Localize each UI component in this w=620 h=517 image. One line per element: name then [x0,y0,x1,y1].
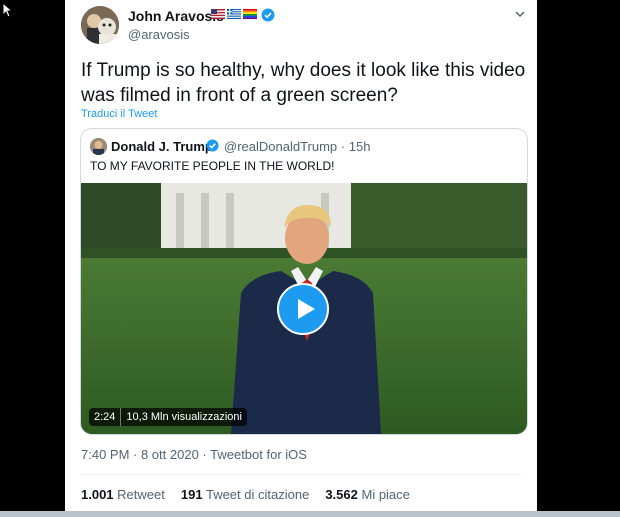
translate-link[interactable]: Traduci il Tweet [81,108,157,120]
quoted-tweet[interactable]: Donald J. Trump @realDonaldTrump · 15h T… [80,128,528,435]
verified-badge-icon [261,8,275,22]
dot-separator: · [340,139,346,154]
likes-stat[interactable]: 3.562 Mi piace [325,487,410,502]
quotes-stat[interactable]: 191 Tweet di citazione [181,487,309,502]
retweets-stat[interactable]: 1.001 Retweet [81,487,165,502]
rainbow-flag-icon [243,9,257,19]
tweet-meta: 7:40 PM · 8 ott 2020 · Tweetbot for iOS [81,447,307,462]
window-bottom-strip [0,511,620,517]
video-info-badge: 2:24 10,3 Mln visualizzazioni [89,408,247,426]
author-name[interactable]: John Aravosis [128,8,224,24]
retweets-label: Retweet [117,487,165,502]
play-button[interactable] [277,283,329,335]
verified-badge-icon [206,139,219,152]
author-avatar[interactable] [81,6,119,44]
quoted-author-name[interactable]: Donald J. Trump [111,139,213,154]
author-handle[interactable]: @aravosis [128,27,190,42]
quotes-count: 191 [180,487,203,502]
video-views: 10,3 Mln visualizzazioni [126,411,242,423]
likes-label: Mi piace [361,487,410,502]
us-flag-icon [211,9,225,19]
quoted-tweet-text: TO MY FAVORITE PEOPLE IN THE WORLD! [90,159,335,173]
quoted-handle-text: @realDonaldTrump [224,139,338,154]
video-player[interactable]: 2:24 10,3 Mln visualizzazioni [81,183,527,434]
quoted-time: 15h [348,139,371,154]
likes-count: 3.562 [325,487,358,502]
quoted-author-avatar[interactable] [90,138,107,155]
tweet-text: If Trump is so healthy, why does it look… [81,60,526,106]
tweet-stats: 1.001 Retweet 191 Tweet di citazione 3.5… [81,487,410,502]
retweets-count: 1.001 [81,487,114,502]
tweet-panel: John Aravosis @aravosis If Trump is so h… [65,0,537,511]
greece-flag-icon [227,9,241,19]
quotes-label: Tweet di citazione [205,487,310,502]
mouse-cursor-icon [2,2,12,18]
video-duration: 2:24 [94,411,116,423]
chevron-down-icon[interactable] [514,8,526,20]
tweet-timestamp[interactable]: 7:40 PM · 8 ott 2020 · [81,447,207,462]
play-icon [298,299,315,319]
quoted-author-handle[interactable]: @realDonaldTrump · 15h [224,139,370,154]
author-flags [211,9,257,19]
divider [81,474,521,475]
tweet-source[interactable]: Tweetbot for iOS [210,447,307,462]
